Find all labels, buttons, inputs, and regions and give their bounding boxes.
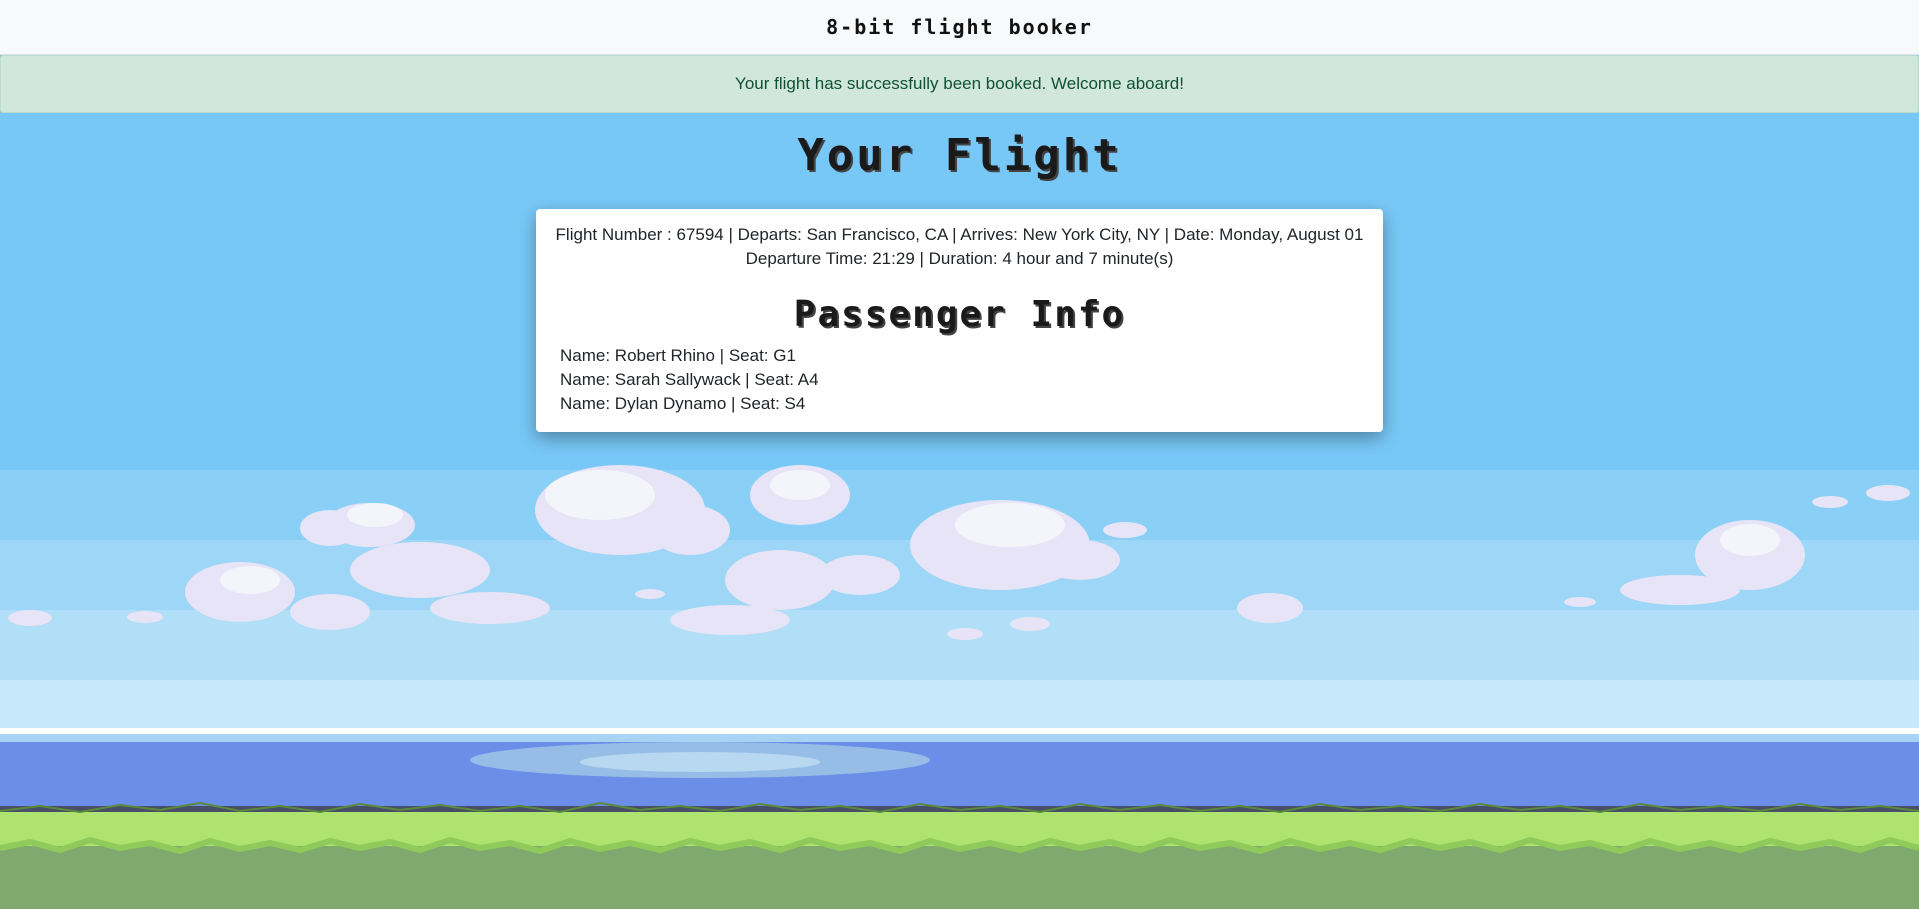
passenger-item: Name: Robert Rhino | Seat: G1: [560, 346, 796, 365]
page: 8-bit flight booker Your flight has succ…: [0, 0, 1919, 909]
brand-link[interactable]: 8-bit flight booker: [826, 15, 1093, 39]
flight-summary-line2: Departure Time: 21:29 | Duration: 4 hour…: [745, 249, 1174, 268]
flight-summary-line1: Flight Number : 67594 | Departs: San Fra…: [555, 225, 1364, 244]
alert-message: Your flight has successfully been booked…: [735, 74, 1184, 93]
navbar: 8-bit flight booker: [0, 0, 1919, 55]
passenger-item: Name: Sarah Sallywack | Seat: A4: [560, 370, 819, 389]
flight-card: Flight Number : 67594 | Departs: San Fra…: [536, 209, 1383, 432]
success-alert: Your flight has successfully been booked…: [0, 55, 1919, 113]
page-title: Your Flight: [797, 130, 1122, 181]
passenger-info-title: Passenger Info: [793, 294, 1126, 335]
passenger-list: Name: Robert Rhino | Seat: G1 Name: Sara…: [560, 344, 819, 416]
passenger-item: Name: Dylan Dynamo | Seat: S4: [560, 394, 806, 413]
